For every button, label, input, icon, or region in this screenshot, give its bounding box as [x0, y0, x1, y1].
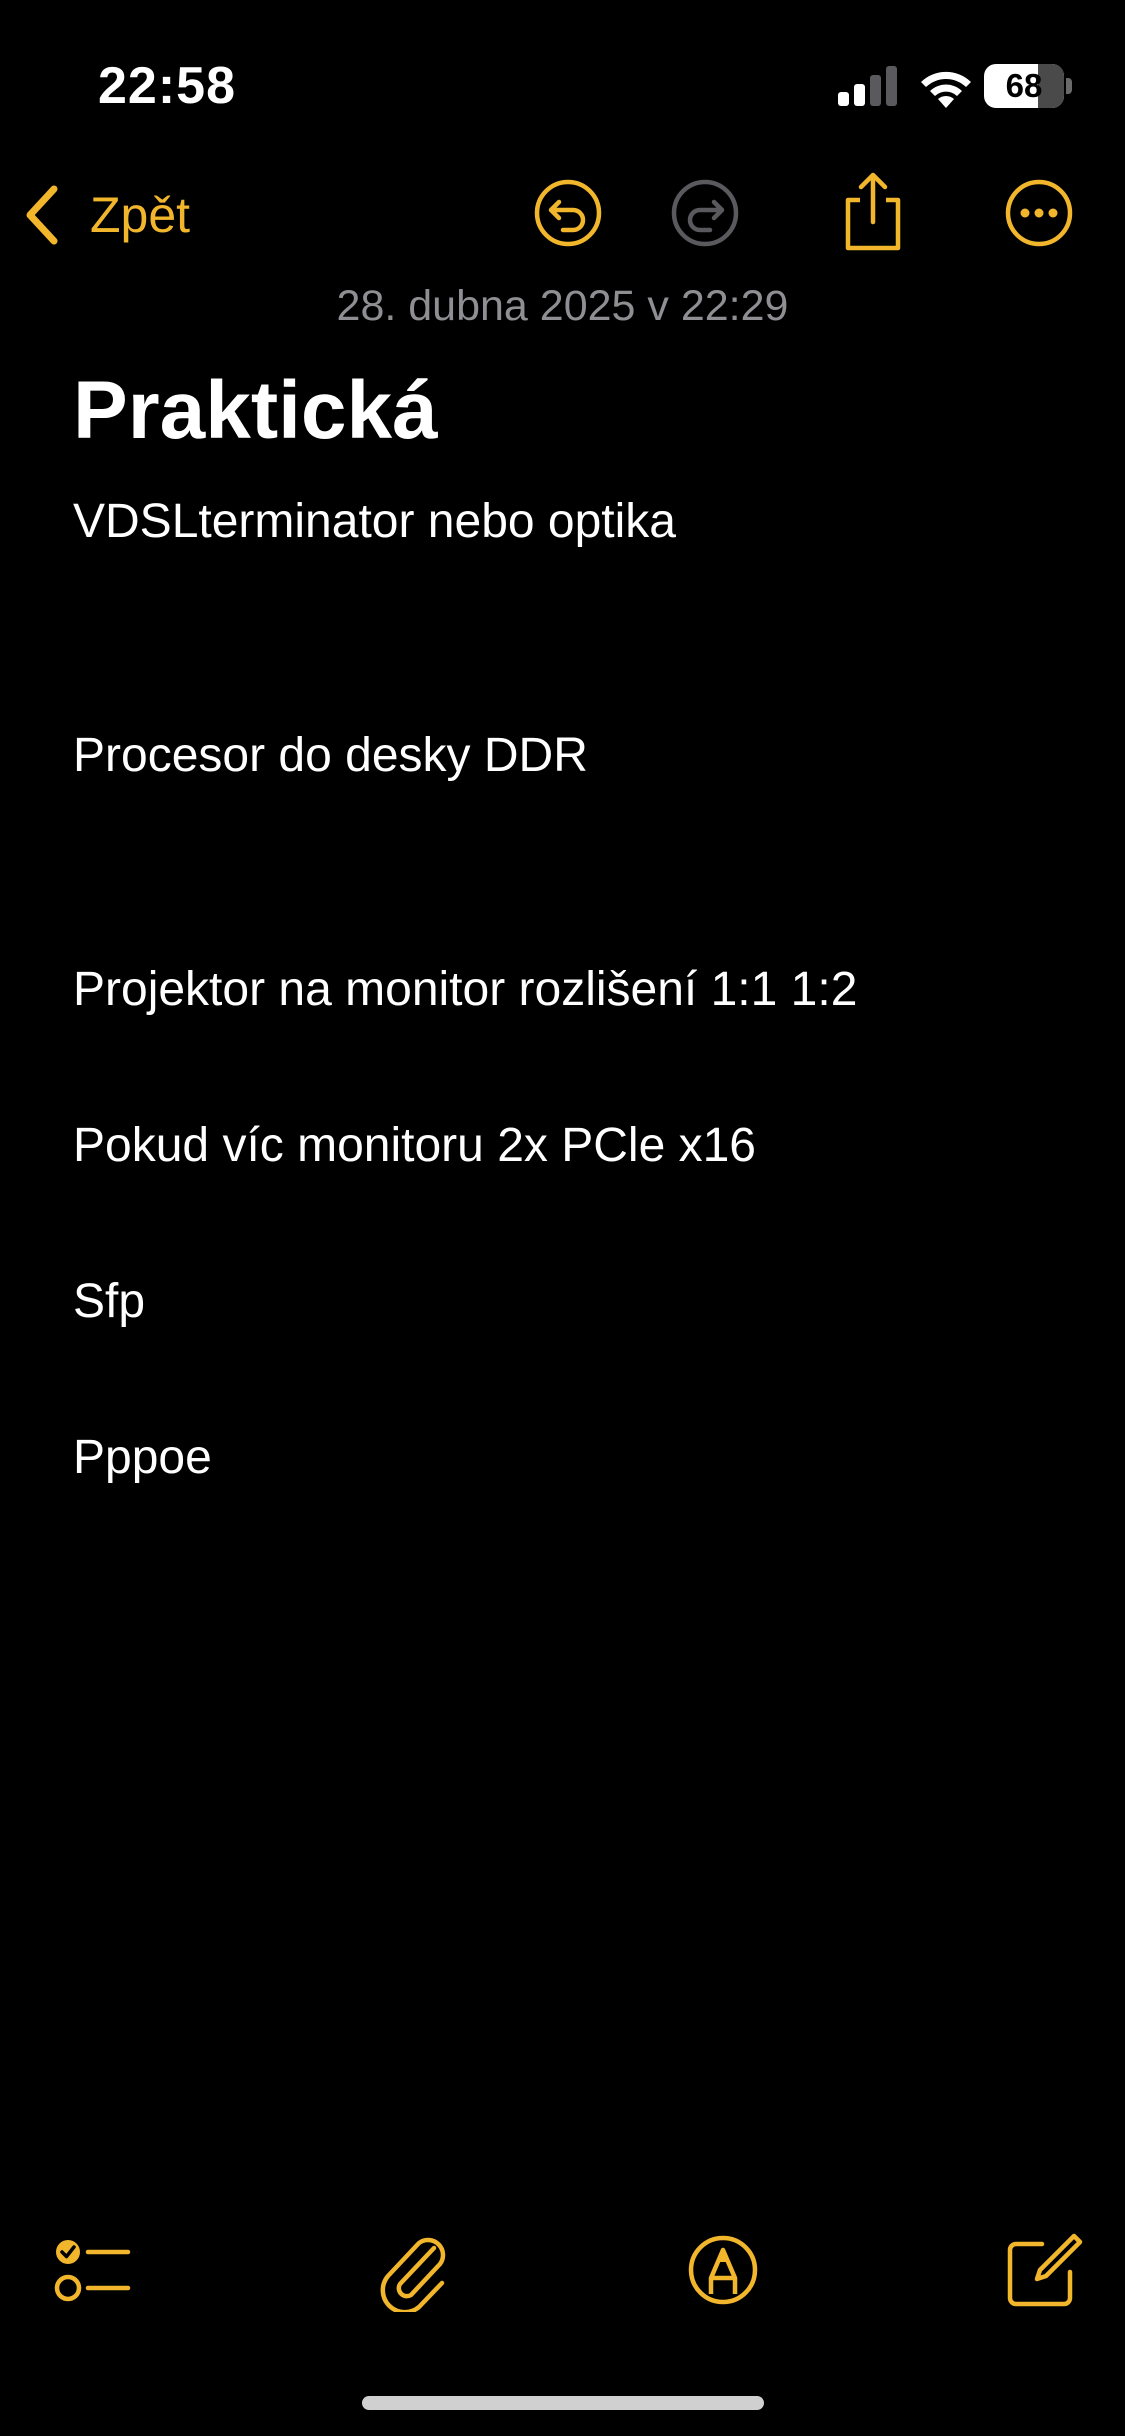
chevron-left-icon [26, 185, 58, 245]
note-line[interactable]: Procesor do desky DDR [73, 728, 588, 783]
back-button[interactable]: Zpět [22, 180, 190, 250]
checklist-icon[interactable] [50, 2228, 134, 2312]
home-indicator[interactable] [362, 2396, 764, 2410]
wifi-icon [921, 71, 971, 108]
note-line[interactable]: VDSLterminator nebo optika [73, 494, 676, 549]
notes-screen: 22:58 68 Zpět 28. dubna 2025 v 22:29 Pra… [0, 0, 1125, 2436]
undo-icon[interactable] [531, 176, 605, 250]
note-line[interactable]: Sfp [73, 1274, 145, 1329]
markup-pen-icon[interactable] [681, 2228, 765, 2312]
nav-bar: Zpět [0, 160, 1125, 270]
note-date: 28. dubna 2025 v 22:29 [336, 282, 789, 330]
redo-icon[interactable] [668, 176, 742, 250]
battery-level: 68 [1005, 67, 1043, 104]
share-icon[interactable] [836, 170, 910, 254]
note-line[interactable]: Pppoe [73, 1430, 212, 1485]
back-label: Zpět [90, 187, 191, 243]
battery-body: 68 [984, 64, 1064, 108]
signal-icon [838, 66, 897, 106]
battery-tip [1066, 78, 1072, 94]
note-line[interactable]: Pokud víc monitoru 2x PCle x16 [73, 1118, 756, 1173]
compose-icon[interactable] [1000, 2228, 1084, 2312]
note-title[interactable]: Praktická [73, 364, 438, 458]
note-line[interactable]: Projektor na monitor rozlišení 1:1 1:2 [73, 962, 857, 1017]
paperclip-icon[interactable] [368, 2228, 452, 2312]
more-icon[interactable] [1002, 176, 1076, 250]
status-bar: 22:58 68 [0, 0, 1125, 150]
battery-icon: 68 [984, 64, 1072, 108]
status-time: 22:58 [98, 57, 236, 115]
